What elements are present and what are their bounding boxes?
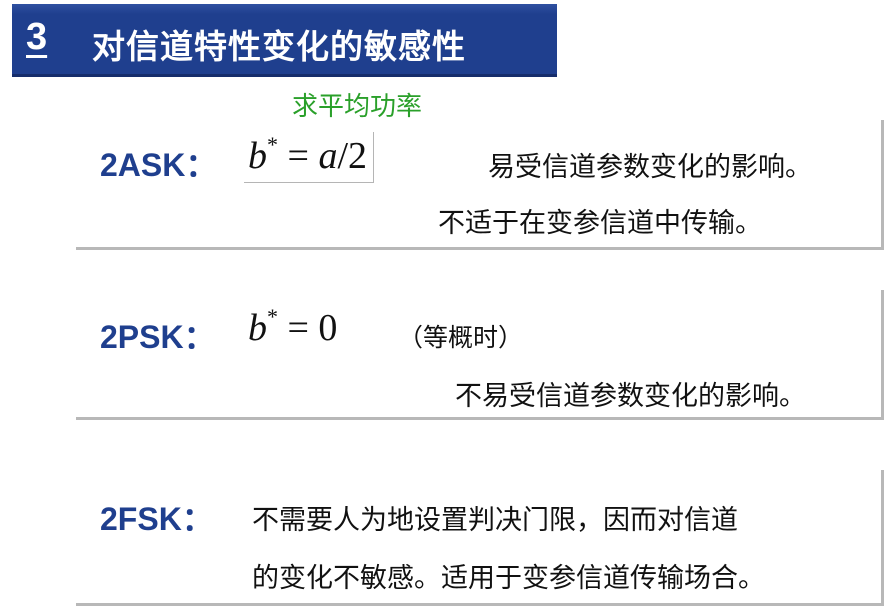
fsk-label: 2FSK： (100, 501, 214, 537)
fsk-line1: 不需要人为地设置判决门限，因而对信道 (252, 505, 738, 536)
annotation-average-power: 求平均功率 (292, 92, 423, 122)
ask-line2: 不适于在变参信道中传输。 (438, 208, 762, 239)
section-header-bar: 3 对信道特性变化的敏感性 (12, 4, 557, 77)
ask-label: 2ASK： (100, 147, 218, 183)
psk-line1: 不易受信道参数变化的影响。 (455, 381, 806, 412)
psk-formula: b* = 0 (248, 304, 337, 350)
ask-line1: 易受信道参数变化的影响。 (488, 152, 812, 183)
section-title: 对信道特性变化的敏感性 (92, 27, 466, 66)
section-number: 3 (26, 16, 48, 58)
fsk-line2: 的变化不敏感。适用于变参信道传输场合。 (252, 563, 765, 594)
ask-formula-rhs-var: a (318, 135, 338, 177)
psk-formula-rhs: = 0 (278, 307, 338, 349)
psk-label: 2PSK： (100, 319, 216, 355)
ask-formula-sup: * (267, 132, 278, 157)
psk-note: （等概时） (398, 323, 524, 352)
ask-formula-eq: = (278, 135, 319, 177)
psk-formula-var: b (248, 307, 267, 349)
ask-formula-var: b (248, 135, 267, 177)
psk-formula-sup: * (267, 304, 278, 329)
ask-formula: b* = a/2 (244, 132, 374, 183)
ask-formula-rhs-post: /2 (337, 135, 367, 177)
